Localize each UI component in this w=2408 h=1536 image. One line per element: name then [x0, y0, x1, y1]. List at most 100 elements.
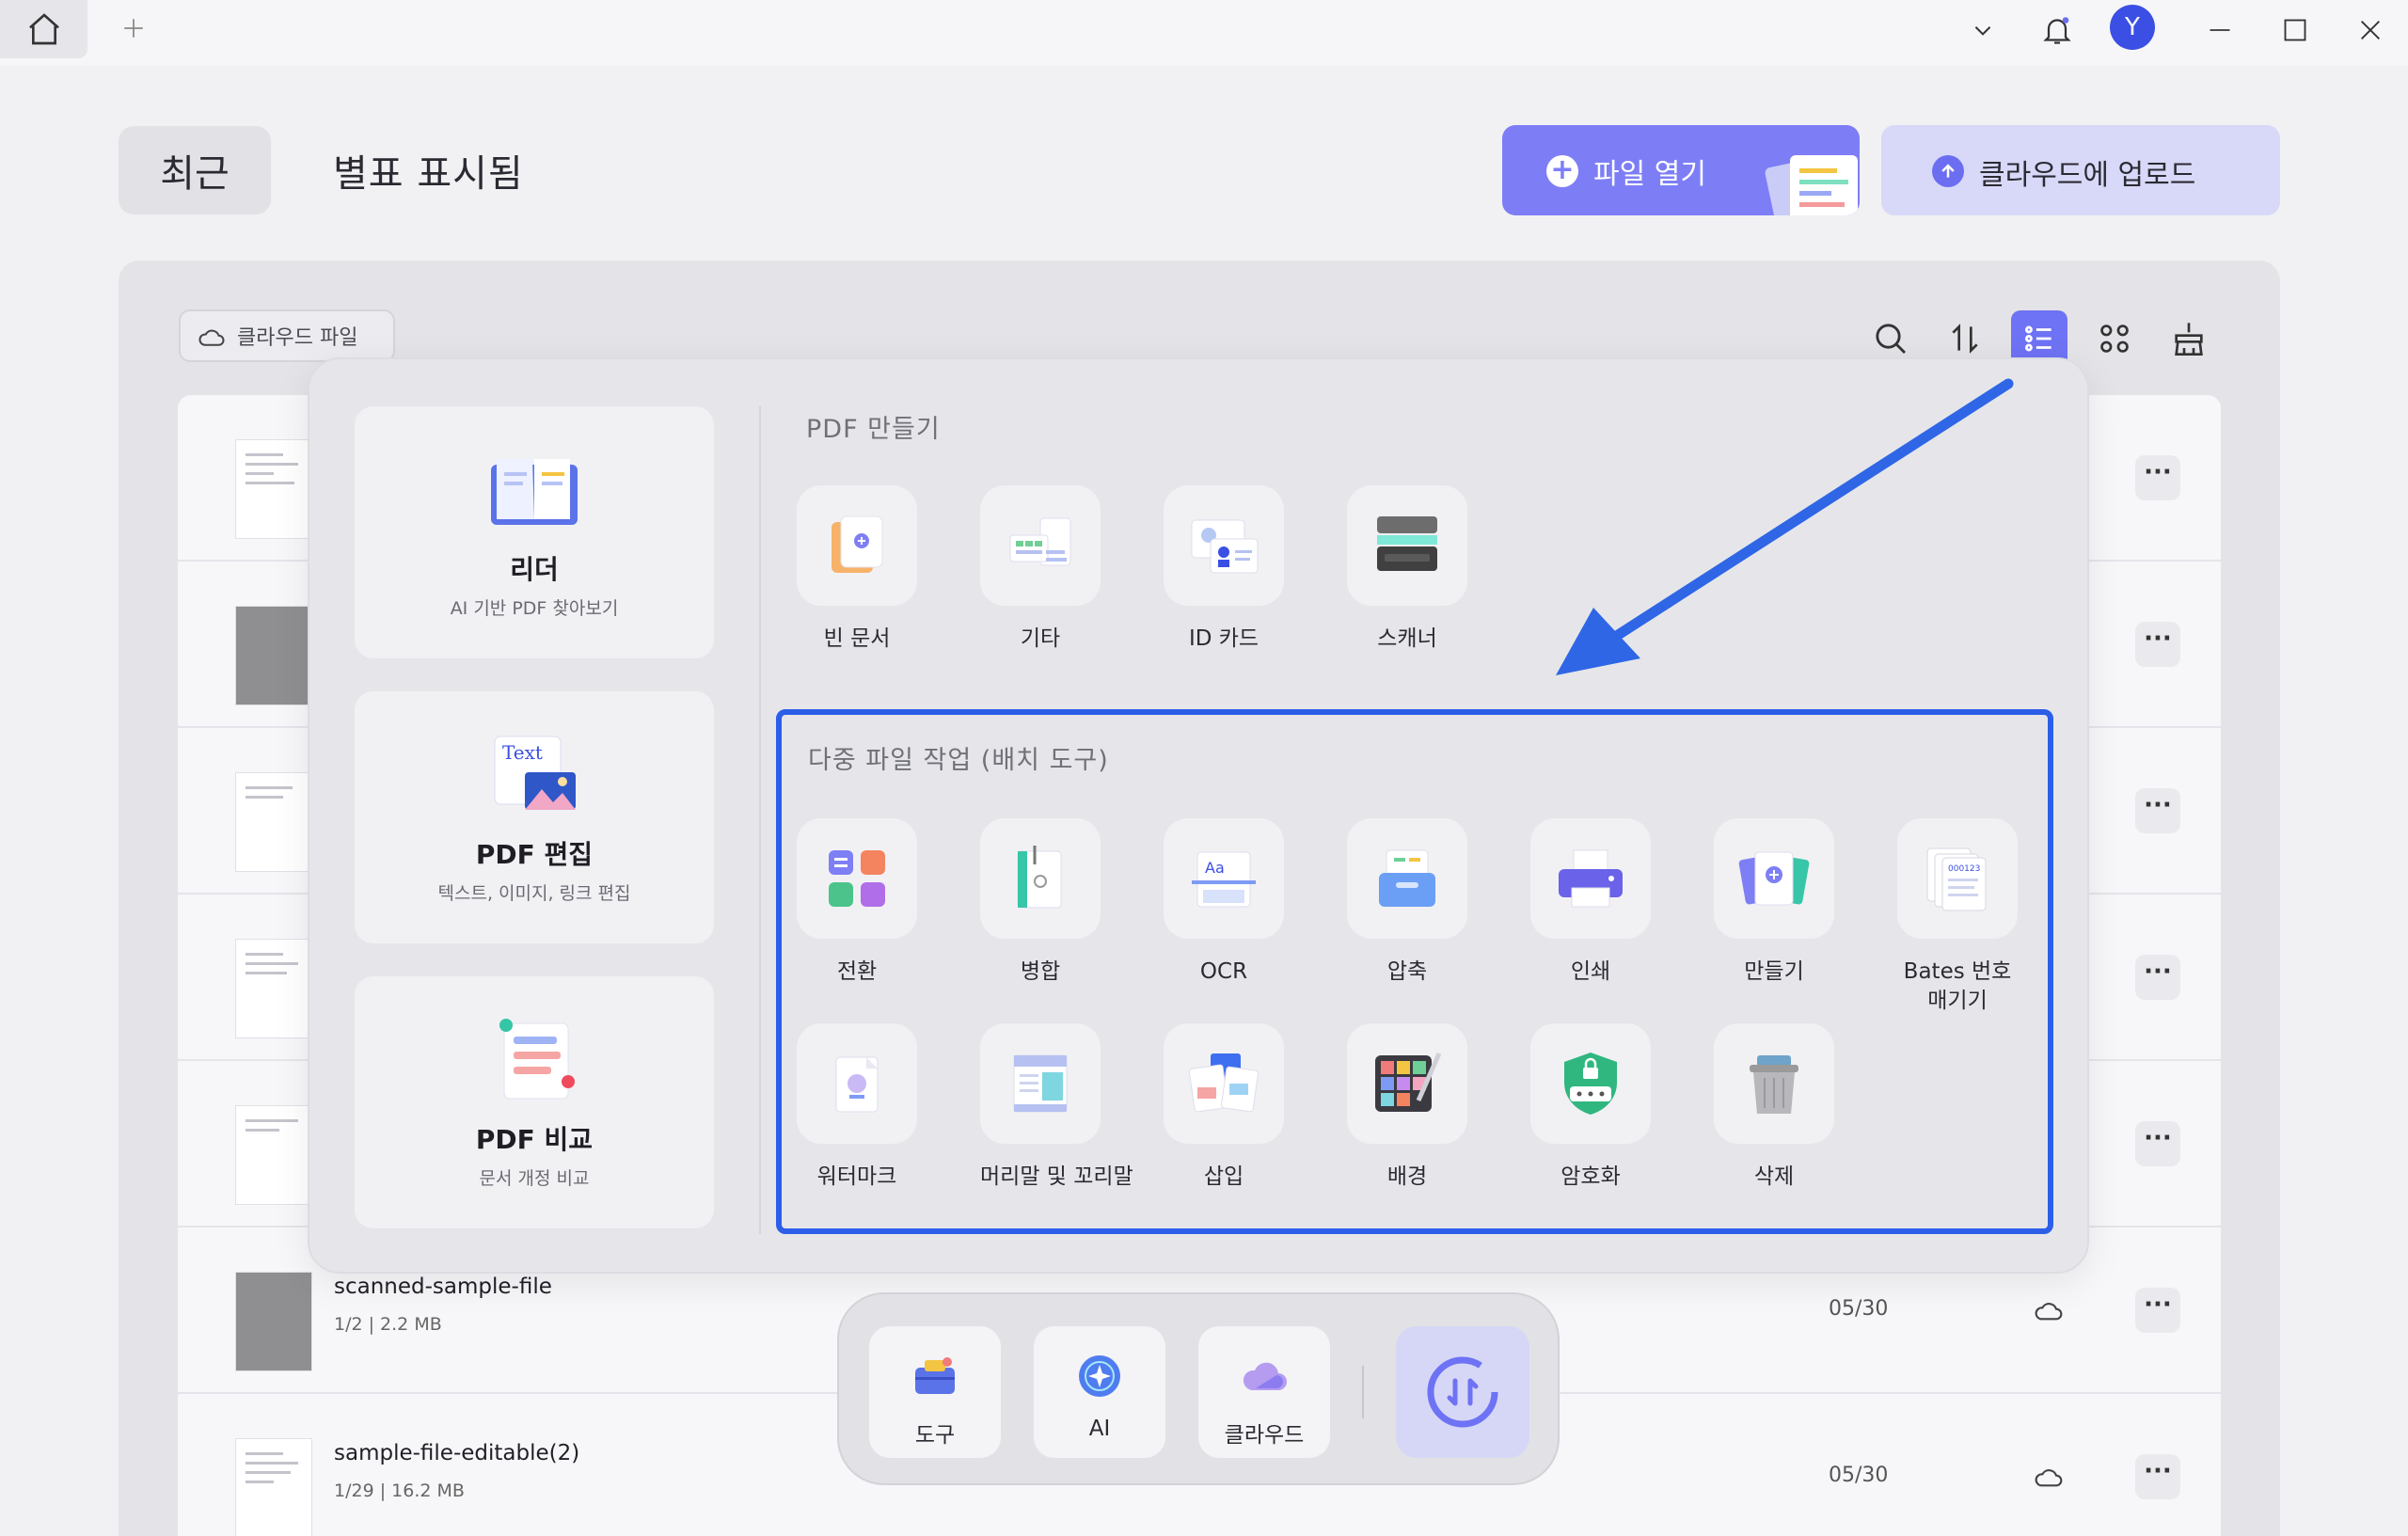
plus-circle-icon: +: [1546, 155, 1578, 187]
sort-icon: [1952, 324, 1978, 354]
insert-page-icon: [1188, 1053, 1259, 1113]
batch-header-footer-label: 머리말 및 꼬리말: [980, 1164, 1133, 1189]
file-meta: 1/2 | 2.2 MB: [334, 1314, 442, 1335]
cloud-upload-icon[interactable]: [2034, 1464, 2064, 1490]
batch-create[interactable]: 만들기: [1714, 818, 1834, 987]
pdf-compare-subtitle: 문서 개정 비교: [479, 1168, 590, 1189]
maximize-button[interactable]: [2274, 9, 2316, 51]
bates-label-line2: 매기기: [1927, 989, 1988, 1013]
pdf-edit-title: PDF 편집: [475, 839, 594, 870]
scanner-icon: [1377, 516, 1437, 571]
batch-merge[interactable]: 병합: [980, 818, 1101, 987]
home-tab[interactable]: [0, 0, 87, 58]
batch-encrypt[interactable]: 암호화: [1530, 1023, 1651, 1192]
batch-header-footer[interactable]: 머리말 및 꼬리말: [980, 1023, 1133, 1192]
create-blank[interactable]: 빈 문서: [797, 485, 917, 654]
dock-divider: [1362, 1366, 1364, 1418]
cloud-upload-icon[interactable]: [2034, 1297, 2064, 1323]
batch-watermark[interactable]: 워터마크: [797, 1023, 917, 1192]
open-file-button[interactable]: + 파일 열기: [1502, 125, 1860, 215]
file-date: 05/30: [1829, 1464, 1889, 1487]
dock-ai-button[interactable]: AI: [1034, 1326, 1165, 1458]
svg-text:Text: Text: [502, 741, 543, 764]
dock-tools-button[interactable]: 도구: [869, 1326, 1001, 1458]
dock-cloud-button[interactable]: 클라우드: [1198, 1326, 1330, 1458]
more-options-button[interactable]: ···: [2135, 1454, 2180, 1499]
close-button[interactable]: [2350, 9, 2391, 51]
batch-bates[interactable]: 000123 Bates 번호매기기: [1897, 818, 2018, 1016]
cloud-files-filter[interactable]: 클라우드 파일: [179, 309, 395, 362]
more-options-button[interactable]: ···: [2135, 788, 2180, 833]
grid-view-button[interactable]: [2086, 310, 2143, 367]
file-thumbnail: [236, 440, 311, 538]
search-icon: [1876, 324, 1907, 355]
dock-ai-label: AI: [1088, 1417, 1111, 1441]
printer-icon: [1559, 849, 1623, 908]
new-tab-button[interactable]: [115, 9, 152, 47]
batch-insert-label: 삽입: [1203, 1164, 1244, 1189]
list-view-icon: [2024, 325, 2052, 352]
divider: [759, 406, 761, 1234]
batch-convert[interactable]: 전환: [797, 818, 917, 987]
bates-numbering-icon: 000123: [1926, 847, 1987, 911]
upload-cloud-button[interactable]: 클라우드에 업로드: [1881, 125, 2280, 215]
open-file-label: 파일 열기: [1593, 158, 1706, 191]
chevron-down-icon: [1974, 26, 1991, 36]
upload-cloud-label: 클라우드에 업로드: [1979, 159, 2196, 192]
file-thumbnail: [236, 940, 311, 1037]
other-create-icon: [1009, 517, 1071, 566]
batch-print[interactable]: 인쇄: [1530, 818, 1651, 987]
pdf-edit-card[interactable]: Text PDF 편집 텍스트, 이미지, 링크 편집: [355, 691, 714, 943]
convert-icon: [829, 850, 885, 907]
batch-print-label: 인쇄: [1570, 959, 1611, 984]
batch-delete-label: 삭제: [1753, 1164, 1795, 1189]
compress-icon: [1379, 849, 1435, 907]
create-scanner[interactable]: 스캐너: [1347, 485, 1467, 654]
more-options-button[interactable]: ···: [2135, 622, 2180, 667]
batch-delete[interactable]: 삭제: [1714, 1023, 1834, 1192]
create-id-card[interactable]: ID 카드: [1164, 485, 1284, 654]
reader-title: 리더: [510, 554, 559, 585]
clear-button[interactable]: [2161, 310, 2217, 367]
batch-tools-title: 다중 파일 작업 (배치 도구): [808, 746, 1109, 775]
compare-icon: [499, 1019, 575, 1100]
tab-recent[interactable]: 최근: [119, 126, 271, 214]
batch-ocr[interactable]: Aa OCR: [1164, 818, 1284, 987]
dock-batch-button[interactable]: [1396, 1326, 1529, 1458]
batch-convert-label: 전환: [836, 959, 878, 984]
batch-background[interactable]: 배경: [1347, 1023, 1467, 1192]
batch-watermark-label: 워터마크: [816, 1164, 897, 1189]
create-pdf-icon: [1738, 851, 1810, 906]
batch-compress[interactable]: 압축: [1347, 818, 1467, 987]
create-pdf-title: PDF 만들기: [806, 415, 941, 444]
encrypt-shield-icon: [1564, 1053, 1617, 1115]
svg-text:000123: 000123: [1948, 864, 1980, 874]
file-name: sample-file-editable(2): [334, 1441, 580, 1465]
batch-bates-label: Bates 번호매기기: [1897, 958, 2018, 1016]
bell-icon: [2043, 17, 2071, 44]
create-other[interactable]: 기타: [980, 485, 1101, 654]
bates-label-line1: Bates 번호: [1903, 959, 2012, 984]
batch-background-label: 배경: [1386, 1164, 1428, 1189]
reader-card[interactable]: 리더 AI 기반 PDF 찾아보기: [355, 406, 714, 658]
file-meta: 1/29 | 16.2 MB: [334, 1481, 465, 1501]
dropdown-button[interactable]: [1962, 9, 2004, 51]
more-options-button[interactable]: ···: [2135, 955, 2180, 1000]
batch-merge-label: 병합: [1020, 959, 1061, 984]
batch-insert[interactable]: 삽입: [1164, 1023, 1284, 1192]
minimize-button[interactable]: [2199, 9, 2241, 51]
more-options-button[interactable]: ···: [2135, 1288, 2180, 1333]
batch-compress-label: 압축: [1386, 959, 1428, 984]
pdf-compare-card[interactable]: PDF 비교 문서 개정 비교: [355, 976, 714, 1228]
plus-icon: [124, 19, 143, 38]
broom-icon: [2175, 323, 2203, 356]
cloud-files-label: 클라우드 파일: [237, 326, 358, 350]
batch-create-label: 만들기: [1744, 959, 1804, 984]
tab-starred[interactable]: 별표 표시됨: [333, 126, 524, 214]
more-options-button[interactable]: ···: [2135, 1121, 2180, 1166]
grid-view-icon: [2100, 325, 2129, 353]
notifications-button[interactable]: [2036, 9, 2078, 51]
more-options-button[interactable]: ···: [2135, 455, 2180, 500]
avatar[interactable]: Y: [2110, 5, 2155, 50]
minimize-icon: [2210, 29, 2230, 31]
